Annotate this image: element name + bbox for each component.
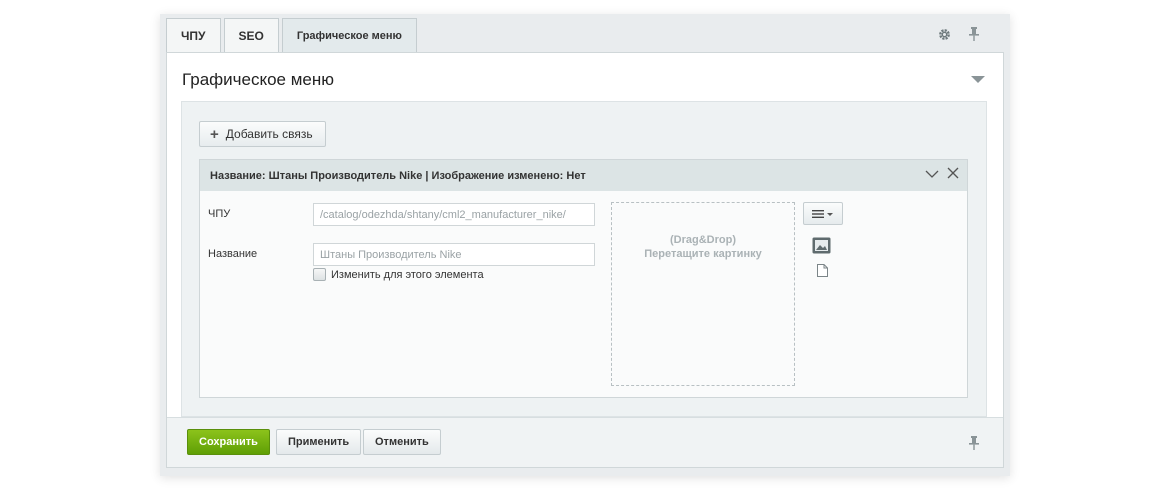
chpu-label: ЧПУ: [208, 208, 231, 220]
link-item: Название: Штаны Производитель Nike | Изо…: [199, 159, 968, 398]
menu-button[interactable]: [803, 202, 843, 225]
plus-icon: +: [210, 125, 219, 143]
footer-pin-icon[interactable]: [969, 436, 979, 453]
dropzone-line-1: (Drag&Drop): [670, 234, 736, 246]
add-link-label: Добавить связь: [225, 127, 313, 141]
override-checkbox[interactable]: [313, 268, 326, 281]
override-checkbox-row: Изменить для этого элемента: [313, 268, 484, 281]
chpu-field[interactable]: /catalog/odezhda/shtany/cml2_manufacture…: [313, 203, 595, 226]
collapse-arrow-icon[interactable]: [971, 76, 985, 83]
chevron-down-icon[interactable]: [925, 167, 939, 184]
name-label: Название: [208, 248, 258, 260]
image-icon[interactable]: [812, 237, 831, 254]
panel-title: Графическое меню: [182, 70, 334, 89]
tab-graphic-menu[interactable]: Графическое меню: [281, 18, 417, 52]
item-header[interactable]: Название: Штаны Производитель Nike | Изо…: [200, 160, 967, 191]
tab-chpu[interactable]: ЧПУ: [166, 18, 221, 52]
content-area: + Добавить связь Название: Штаны Произво…: [181, 101, 987, 417]
add-link-button[interactable]: + Добавить связь: [199, 121, 326, 147]
save-button[interactable]: Сохранить: [187, 429, 270, 455]
cancel-button[interactable]: Отменить: [363, 429, 441, 455]
item-header-actions: [925, 167, 959, 184]
name-field[interactable]: Штаны Производитель Nike: [313, 243, 595, 266]
dropzone-line-2: Перетащите картинку: [644, 248, 762, 260]
item-header-text: Название: Штаны Производитель Nike | Изо…: [210, 169, 586, 182]
apply-button[interactable]: Применить: [276, 429, 362, 455]
close-icon[interactable]: [947, 167, 959, 184]
file-icon[interactable]: [817, 264, 828, 277]
top-toolbar: [936, 26, 982, 42]
pin-icon[interactable]: [966, 26, 982, 42]
image-dropzone[interactable]: (Drag&Drop) Перетащите картинку: [611, 202, 795, 386]
tab-bar: ЧПУ SEO Графическое меню: [166, 18, 417, 52]
menu-icon: [812, 209, 833, 218]
tab-seo[interactable]: SEO: [223, 18, 279, 52]
footer-bar: Сохранить Применить Отменить: [167, 417, 1003, 467]
gear-icon[interactable]: [936, 26, 952, 42]
main-panel: Графическое меню + Добавить связь Назван…: [166, 52, 1004, 468]
override-checkbox-label: Изменить для этого элемента: [331, 268, 484, 281]
